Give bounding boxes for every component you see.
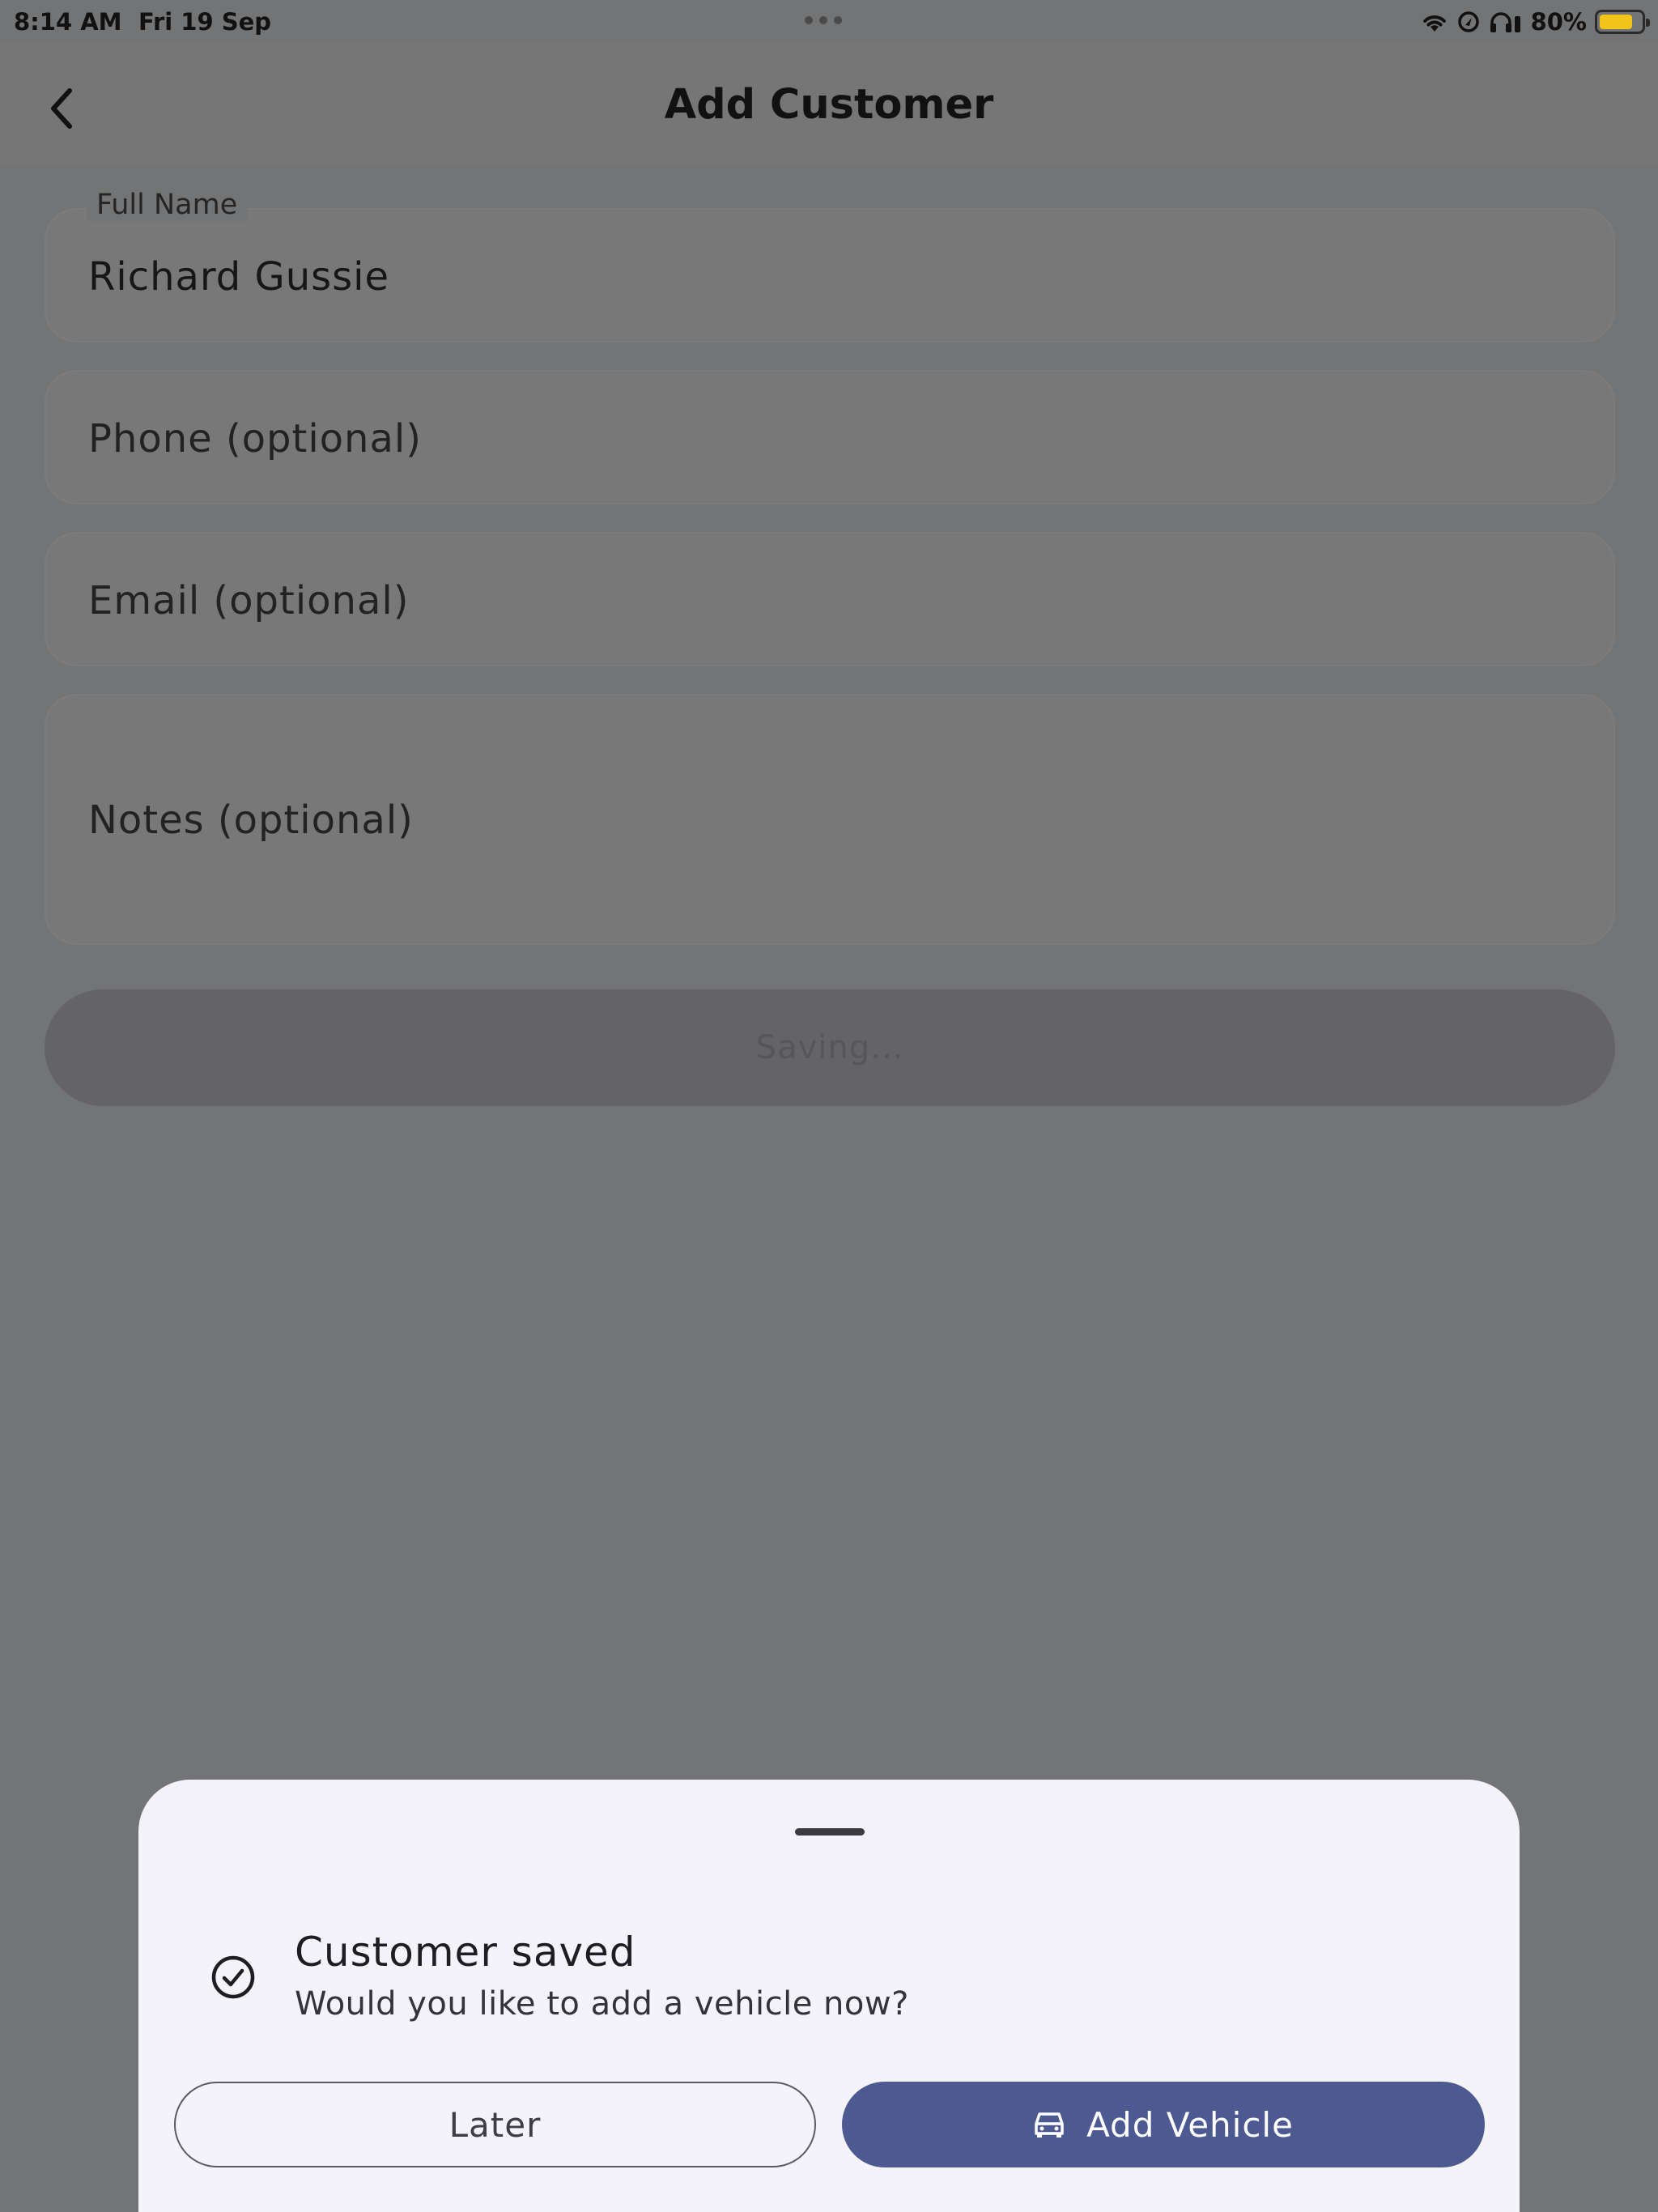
vehicle-prompt-sheet: Customer saved Would you like to add a v…: [138, 1780, 1520, 2212]
sheet-title: Customer saved: [295, 1929, 636, 1976]
save-button[interactable]: Saving...: [45, 989, 1615, 1106]
notes-placeholder: Notes (optional): [88, 798, 414, 843]
full-name-value: Richard Gussie: [88, 254, 390, 300]
page-title: Add Customer: [664, 81, 994, 129]
sheet-subtitle: Would you like to add a vehicle now?: [295, 1985, 909, 2023]
status-bar: 8:14 AM Fri 19 Sep 80%: [0, 0, 1658, 44]
later-button[interactable]: Later: [174, 2082, 816, 2167]
notes-field[interactable]: Notes (optional): [45, 694, 1615, 945]
check-circle-icon: [211, 1955, 255, 1999]
status-date: Fri 19 Sep: [138, 8, 272, 36]
full-name-field[interactable]: Full Name Richard Gussie: [45, 189, 1615, 342]
wifi-icon: [1422, 15, 1446, 32]
multitasking-dots-icon[interactable]: [805, 16, 842, 24]
status-indicators: 80%: [1421, 6, 1650, 37]
status-time: 8:14 AM: [14, 8, 122, 36]
battery-percent: 80%: [1530, 8, 1587, 36]
battery-level-fill: [1600, 15, 1632, 29]
app-screen: 8:14 AM Fri 19 Sep 80% Add Customer Full…: [0, 0, 1658, 2212]
email-field[interactable]: Email (optional): [45, 532, 1615, 666]
sheet-drag-handle[interactable]: [795, 1828, 865, 1836]
email-placeholder: Email (optional): [88, 578, 410, 623]
add-vehicle-label: Add Vehicle: [1086, 2104, 1294, 2145]
phone-field[interactable]: Phone (optional): [45, 370, 1615, 504]
headphones-icon: [1490, 12, 1520, 32]
phone-placeholder: Phone (optional): [88, 416, 422, 462]
location-lock-icon: [1457, 11, 1479, 32]
battery-icon: [1595, 10, 1650, 34]
car-icon: [1035, 2112, 1064, 2138]
nav-bar: Add Customer: [0, 44, 1658, 165]
full-name-label: Full Name: [87, 189, 248, 221]
add-vehicle-button[interactable]: Add Vehicle: [842, 2082, 1485, 2167]
